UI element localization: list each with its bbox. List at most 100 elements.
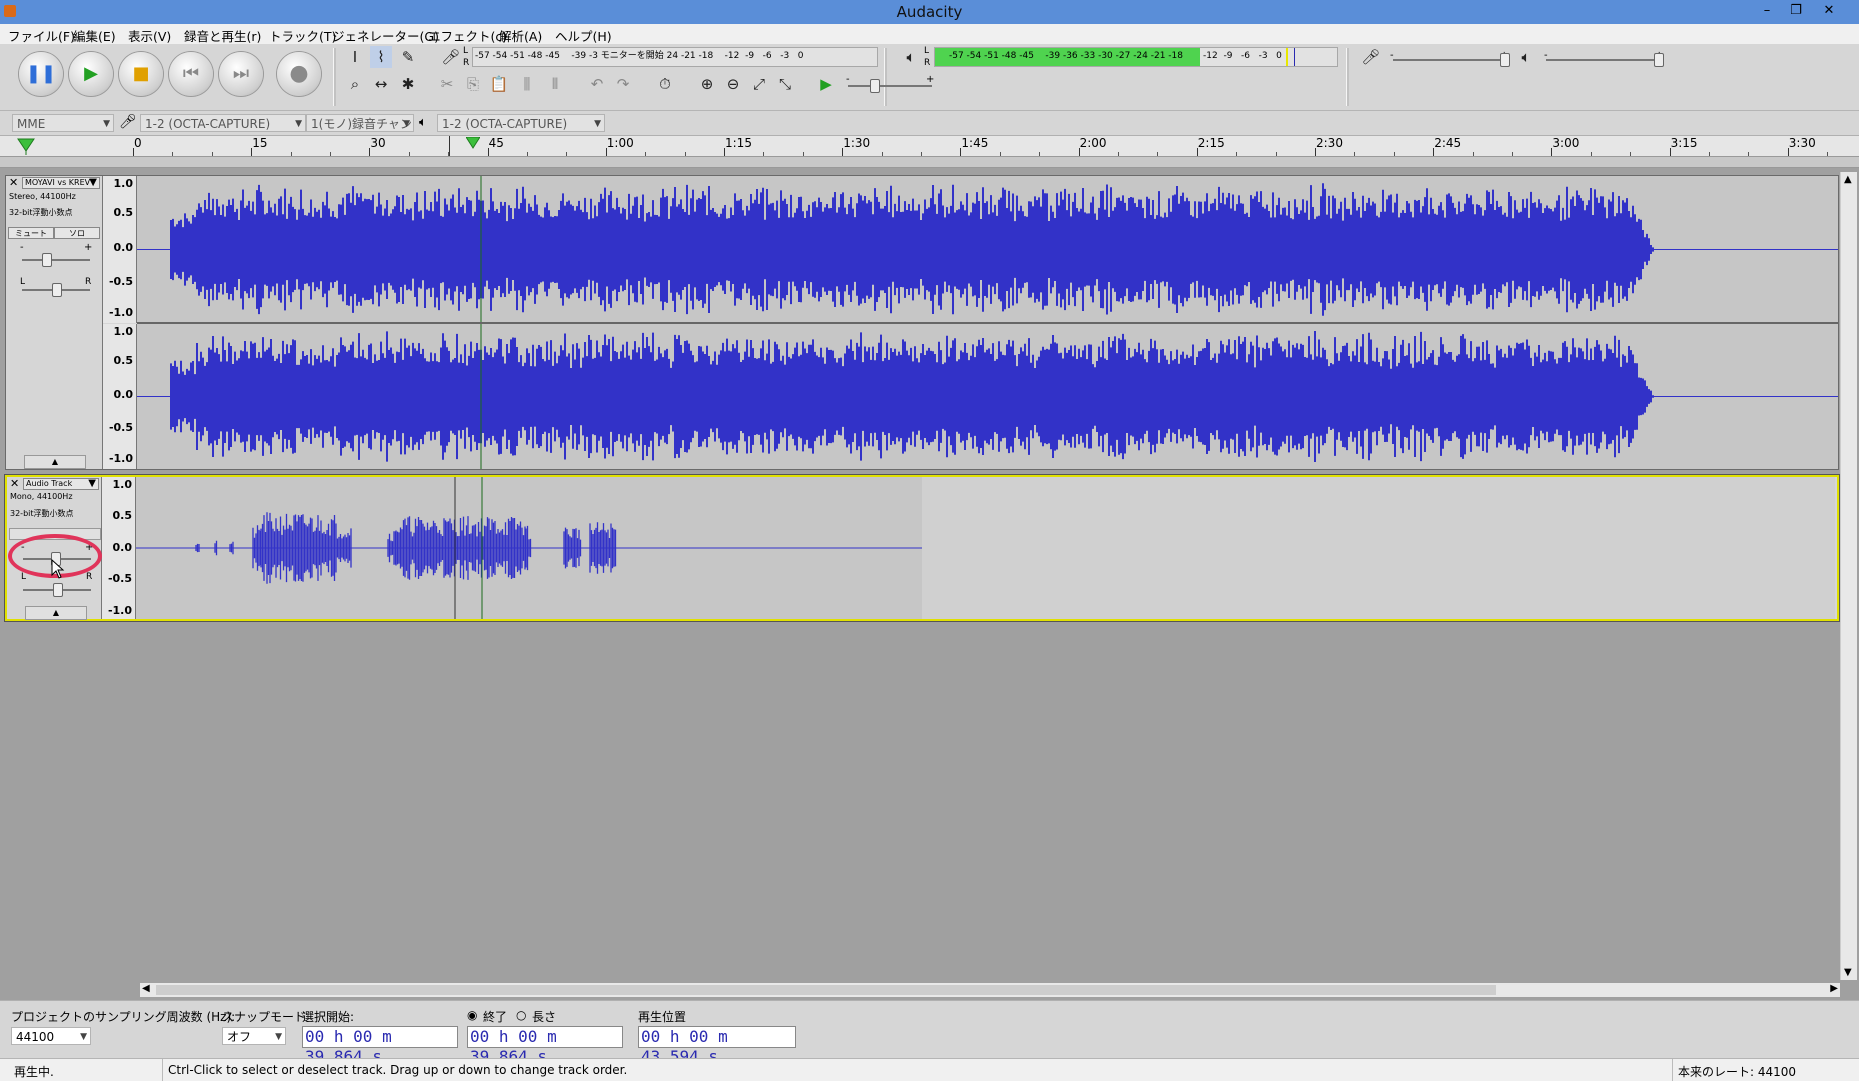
playback-device-select[interactable]: 1-2 (OCTA-CAPTURE) ▼ <box>437 114 605 132</box>
end-radio[interactable]: ◉ <box>467 1008 477 1022</box>
pause-button[interactable]: ❚❚ <box>19 52 63 96</box>
silence-button[interactable]: ⫴ <box>544 73 566 95</box>
microphone-icon: 🎤︎ <box>1361 48 1381 66</box>
track-name-menu[interactable]: Audio Track ▼ <box>23 478 99 490</box>
fit-project-button[interactable]: ⤡ <box>774 73 796 95</box>
track-control-panel[interactable]: ✕ MOYAVI vs KREV ▼ Stereo, 44100Hz 32-bi… <box>6 176 103 469</box>
recording-channels-select[interactable]: 1(モノ)録音チャン ▼ <box>306 114 414 132</box>
timeline-options-icon[interactable] <box>16 137 36 155</box>
record-icon: ● <box>289 61 309 86</box>
audio-position-field[interactable]: 00 h 00 m 43.594 s <box>638 1026 796 1066</box>
fit-selection-button[interactable]: ⤢ <box>748 73 770 95</box>
envelope-tool-button[interactable]: ⌇ <box>370 46 392 68</box>
output-volume-knob[interactable] <box>1654 53 1664 67</box>
ruler-tick-line <box>1078 148 1080 156</box>
snap-mode-select[interactable]: オフ ▼ <box>222 1027 286 1045</box>
stereo-track[interactable]: ✕ MOYAVI vs KREV ▼ Stereo, 44100Hz 32-bi… <box>5 175 1839 470</box>
recording-device-select[interactable]: 1-2 (OCTA-CAPTURE) ▼ <box>140 114 306 132</box>
waveform-mono-clip[interactable] <box>136 477 922 619</box>
collapse-track-button[interactable]: ▲ <box>25 606 87 620</box>
timeshift-tool-button[interactable]: ↔ <box>370 73 392 95</box>
mute-button[interactable]: ミュート <box>8 227 54 239</box>
audio-track[interactable]: ✕ Audio Track ▼ Mono, 44100Hz 32-bit浮動小数… <box>4 474 1840 622</box>
selection-tool-button[interactable]: I <box>344 46 366 68</box>
zoom-out-button[interactable]: ⊖ <box>722 73 744 95</box>
minimize-button[interactable]: – <box>1756 2 1778 20</box>
timeline-ruler[interactable]: 0 15 30 45 1:00 1:15 1:30 1:45 2:00 2:15 2:30 2:45 3… <box>0 136 1859 157</box>
collapse-track-button[interactable]: ▲ <box>24 455 86 469</box>
close-track-icon[interactable]: ✕ <box>10 477 19 490</box>
audio-host-select[interactable]: MME ▼ <box>12 114 114 132</box>
input-volume-slider[interactable] <box>1393 59 1505 61</box>
record-meter-button[interactable]: 🎤︎ <box>440 46 462 68</box>
ruler-minor-tick <box>1157 152 1159 156</box>
trim-button[interactable]: ⫼ <box>516 73 538 95</box>
horizontal-scrollbar[interactable]: ◀ ▶ <box>140 983 1840 997</box>
scroll-up-icon[interactable]: ▲ <box>1844 174 1852 185</box>
output-volume-slider[interactable] <box>1546 59 1662 61</box>
menu-edit[interactable]: 編集(E) <box>73 26 116 45</box>
waveform-left-channel[interactable] <box>137 176 1838 323</box>
vertical-scale[interactable]: 1.0 0.5 0.0 -0.5 -1.0 <box>102 477 136 619</box>
selection-end-field[interactable]: 00 h 00 m 39.864 s <box>467 1026 623 1066</box>
clock-icon: ⏱ <box>659 75 671 93</box>
cut-button[interactable]: ✂ <box>436 73 458 95</box>
multi-tool-button[interactable]: ✱ <box>397 73 419 95</box>
undo-button[interactable]: ↶ <box>586 73 608 95</box>
scroll-down-icon[interactable]: ▼ <box>1844 967 1852 978</box>
skip-to-end-button[interactable]: ⏭ <box>219 52 263 96</box>
play-button[interactable]: ▶ <box>69 52 113 96</box>
menu-view[interactable]: 表示(V) <box>128 26 171 45</box>
waveform-right-channel[interactable] <box>137 324 1838 469</box>
input-volume-knob[interactable] <box>1500 53 1510 67</box>
redo-button[interactable]: ↷ <box>612 73 634 95</box>
ruler-tick-line <box>1669 148 1671 156</box>
play-speed-slider[interactable] <box>848 85 932 87</box>
zoom-in-button[interactable]: ⊕ <box>696 73 718 95</box>
project-rate-select[interactable]: 44100 ▼ <box>11 1027 91 1045</box>
pan-knob[interactable] <box>52 283 62 297</box>
playback-meter[interactable]: -57 -54 -51 -48 -45 -39 -36 -33 -30 -27 … <box>934 47 1338 67</box>
empty-track-region[interactable] <box>922 477 1835 619</box>
menu-effect[interactable]: エフェクト(c) <box>428 26 507 45</box>
scroll-left-icon[interactable]: ◀ <box>142 983 150 994</box>
paste-button[interactable]: 📋 <box>488 73 510 95</box>
selection-start-field[interactable]: 00 h 00 m 39.864 s <box>302 1026 458 1066</box>
length-radio[interactable]: ○ <box>516 1008 526 1022</box>
ruler-scrub-strip[interactable] <box>0 157 1859 168</box>
draw-tool-button[interactable]: ✎ <box>397 46 419 68</box>
track-name-menu[interactable]: MOYAVI vs KREV ▼ <box>22 177 100 189</box>
close-track-icon[interactable]: ✕ <box>9 176 18 189</box>
copy-button[interactable]: ⎘ <box>462 73 484 95</box>
track-control-panel[interactable]: ✕ Audio Track ▼ Mono, 44100Hz 32-bit浮動小数… <box>7 477 102 620</box>
menu-file[interactable]: ファイル(F) <box>8 26 75 45</box>
gain-max-label: + <box>84 242 93 253</box>
play-speed-knob[interactable] <box>870 79 880 93</box>
horizontal-scroll-thumb[interactable] <box>156 985 1496 995</box>
menu-generate[interactable]: ジェネレーター(G) <box>332 26 439 45</box>
vertical-scrollbar[interactable]: ▲ ▼ <box>1840 172 1857 980</box>
pan-knob[interactable] <box>53 583 63 597</box>
restore-button[interactable]: ❐ <box>1785 2 1807 20</box>
scroll-right-icon[interactable]: ▶ <box>1830 983 1838 994</box>
play-meter-button[interactable]: 🔈︎ <box>900 46 922 68</box>
gain-slider[interactable] <box>22 259 90 261</box>
solo-button[interactable]: ソロ <box>54 227 100 239</box>
track-name: Audio Track <box>26 479 73 488</box>
sync-lock-button[interactable]: ⏱ <box>654 73 676 95</box>
zoom-tool-button[interactable]: ⌕ <box>344 73 366 95</box>
stop-button[interactable]: ■ <box>119 52 163 96</box>
vertical-scale-left[interactable]: 1.0 0.5 0.0 -0.5 -1.0 <box>103 176 137 323</box>
menu-analyze[interactable]: 解析(A) <box>499 26 542 45</box>
close-button[interactable]: ✕ <box>1818 2 1840 20</box>
record-meter[interactable]: -57 -54 -51 -48 -45 -39 -3 モニターを開始 24 -2… <box>472 47 878 67</box>
record-button[interactable]: ● <box>277 52 321 96</box>
vertical-scale-right[interactable]: 1.0 0.5 0.0 -0.5 -1.0 <box>103 324 137 469</box>
skip-to-start-button[interactable]: ⏮ <box>169 52 213 96</box>
play-at-speed-button[interactable]: ▶ <box>815 73 837 95</box>
ruler-tick-line <box>1787 148 1789 156</box>
menu-help[interactable]: ヘルプ(H) <box>555 26 612 45</box>
menu-transport[interactable]: 録音と再生(r) <box>184 26 261 45</box>
menu-tracks[interactable]: トラック(T) <box>269 26 336 45</box>
gain-knob[interactable] <box>42 253 52 267</box>
